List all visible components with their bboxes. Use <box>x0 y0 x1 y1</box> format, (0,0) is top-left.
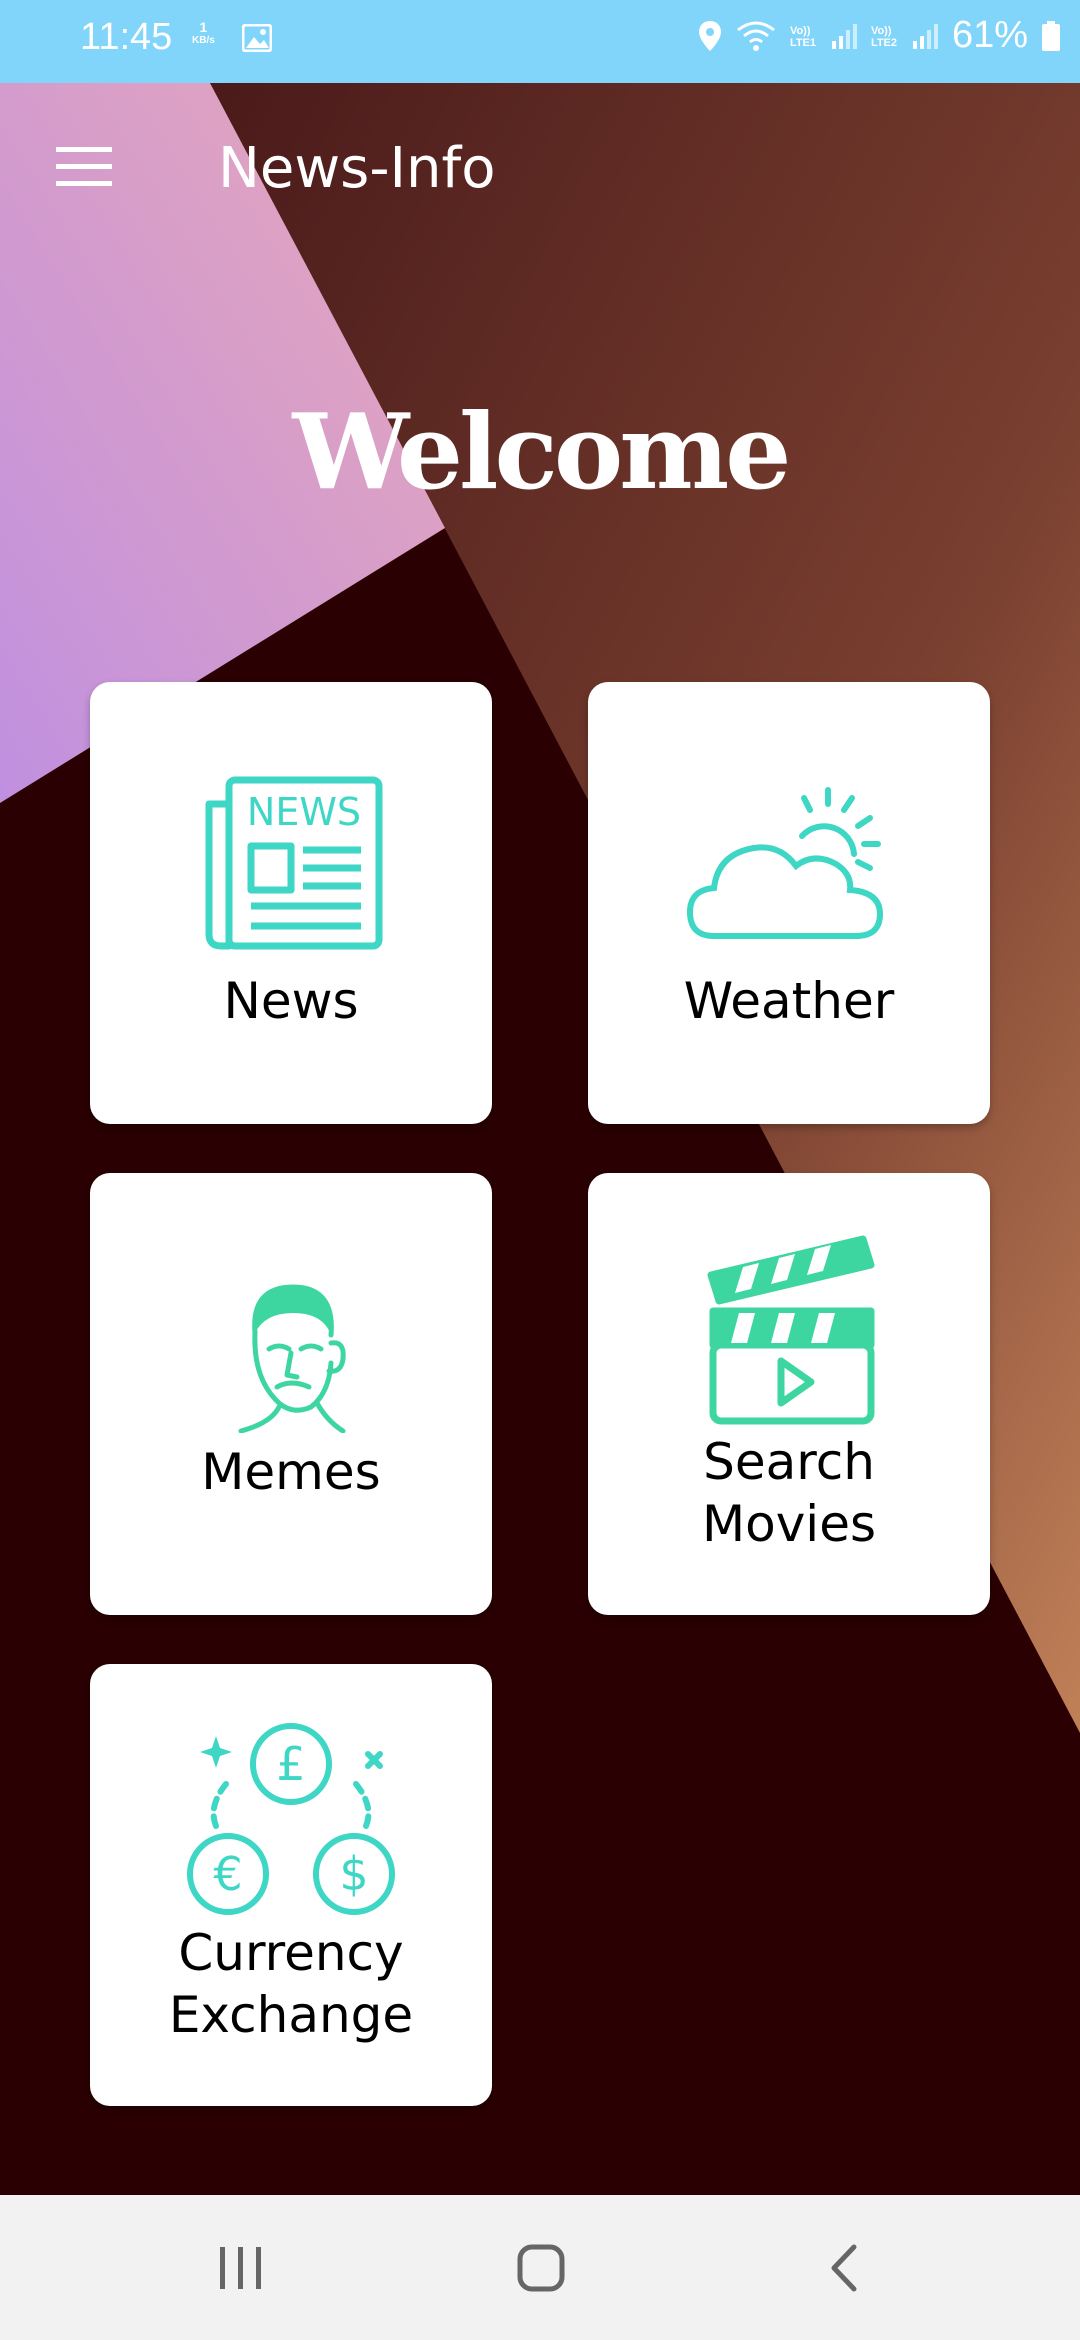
wifi-icon <box>737 21 775 51</box>
meme-face-icon <box>238 1284 346 1433</box>
tile-label-line: Weather <box>683 972 895 1030</box>
search-movies-tile-label: Search Movies <box>588 1431 990 1555</box>
sim2-signal: Vo)) LTE2 <box>871 23 938 49</box>
navigation-bar <box>0 2195 1080 2340</box>
tile-label-line: Movies <box>701 1495 877 1553</box>
tile-label-line: Exchange <box>168 1986 414 2044</box>
svg-text:NEWS: NEWS <box>247 790 361 834</box>
currency-exchange-icon: £ € $ <box>187 1723 395 1915</box>
sim2-label: Vo)) LTE2 <box>870 24 898 49</box>
back-icon[interactable] <box>824 2243 864 2293</box>
svg-text:£: £ <box>276 1737 305 1791</box>
clapperboard-icon <box>707 1235 875 1425</box>
signal-bars-icon <box>831 23 857 49</box>
search-movies-tile[interactable]: Search Movies <box>588 1173 990 1615</box>
battery-icon <box>1042 20 1060 51</box>
net-speed-value: 1 <box>199 19 208 35</box>
status-time: 11:45 <box>80 16 173 58</box>
svg-text:$: $ <box>339 1847 368 1901</box>
app-title: News-Info <box>218 136 496 201</box>
status-bar: 11:45 1 KB/s Vo)) LTE1 Vo)) LTE2 61% <box>0 0 1080 83</box>
news-tile-label: News <box>90 970 492 1032</box>
memes-tile[interactable]: Memes <box>90 1173 492 1615</box>
welcome-heading: Welcome <box>292 390 792 513</box>
sim1-label: Vo)) LTE1 <box>789 24 817 49</box>
tile-label-line: Memes <box>201 1443 381 1501</box>
news-tile[interactable]: NEWS News <box>90 682 492 1124</box>
cloud-sun-icon <box>686 787 884 939</box>
newspaper-icon: NEWS <box>205 776 383 950</box>
location-icon <box>698 20 721 51</box>
sim1-signal: Vo)) LTE1 <box>790 23 857 49</box>
svg-text:€: € <box>213 1847 242 1901</box>
battery-percent: 61% <box>951 14 1028 56</box>
net-speed-unit: KB/s <box>192 35 215 46</box>
tile-label-line: Search <box>703 1433 875 1491</box>
currency-exchange-tile-label: Currency Exchange <box>90 1922 492 2046</box>
weather-tile[interactable]: Weather <box>588 682 990 1124</box>
status-right-group: Vo)) LTE1 Vo)) LTE2 61% <box>698 14 1060 57</box>
weather-tile-label: Weather <box>588 970 990 1032</box>
recents-icon[interactable] <box>216 2243 266 2293</box>
currency-exchange-tile[interactable]: £ € $ Currency Exchange <box>90 1664 492 2106</box>
gallery-notification-icon <box>242 24 272 52</box>
net-speed-indicator: 1 KB/s <box>192 20 215 48</box>
tile-label-line: News <box>223 972 359 1030</box>
memes-tile-label: Memes <box>90 1441 492 1503</box>
signal-bars-icon <box>912 23 938 49</box>
hamburger-menu-icon[interactable] <box>56 145 112 189</box>
home-icon[interactable] <box>516 2243 566 2293</box>
tile-label-line: Currency <box>178 1924 404 1982</box>
